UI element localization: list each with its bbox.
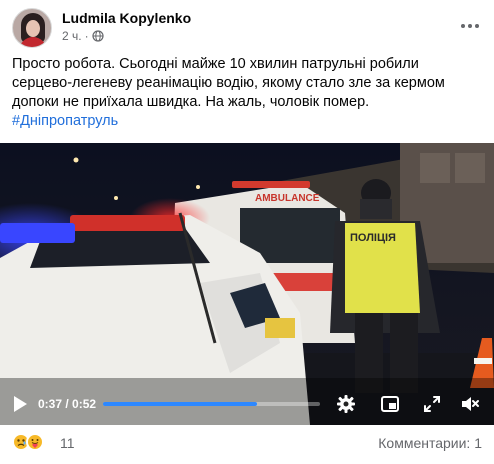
more-horizontal-icon[interactable] bbox=[458, 14, 482, 38]
meta-separator: · bbox=[84, 29, 89, 43]
post-text-line: серцево-легеневу реанімацію водію, якому… bbox=[12, 75, 445, 91]
progress-bar[interactable] bbox=[103, 402, 320, 406]
current-time: 0:37 bbox=[38, 397, 63, 411]
care-reaction-icon bbox=[26, 433, 44, 451]
ambulance-text: AMBULANCE bbox=[255, 193, 320, 204]
play-icon[interactable] bbox=[12, 395, 28, 413]
hashtag-link[interactable]: #Дніпропатруль bbox=[12, 112, 484, 131]
picture-in-picture-icon[interactable] bbox=[380, 394, 400, 414]
post-time[interactable]: 2 ч. bbox=[62, 29, 82, 43]
post-text-line: Просто робота. Сьогодні майже 10 хвилин … bbox=[12, 56, 419, 72]
author-name[interactable]: Ludmila Kopylenko bbox=[62, 10, 191, 26]
vest-text: ПОЛІЦІЯ bbox=[350, 232, 396, 244]
post-header: Ludmila Kopylenko 2 ч. · bbox=[12, 8, 482, 48]
settings-gear-icon[interactable] bbox=[336, 394, 356, 414]
fullscreen-icon[interactable] bbox=[422, 394, 442, 414]
video-frame: AMBULANCE ПОЛІЦІЯ bbox=[0, 143, 494, 425]
volume-muted-icon[interactable] bbox=[460, 394, 480, 414]
post-text-line: допоки не приїхала швидка. На жаль, чоло… bbox=[12, 94, 370, 110]
post-meta: 2 ч. · bbox=[62, 29, 104, 43]
video-time: 0:37 / 0:52 bbox=[38, 397, 96, 411]
comments-count[interactable]: Комментарии: 1 bbox=[378, 435, 482, 451]
progress-fill bbox=[103, 402, 258, 406]
post-text: Просто робота. Сьогодні майже 10 хвилин … bbox=[12, 55, 484, 131]
reaction-icons[interactable] bbox=[12, 433, 44, 451]
time-separator: / bbox=[62, 397, 73, 411]
post-footer: 11 Комментарии: 1 bbox=[12, 431, 482, 455]
video-controls: 0:37 / 0:52 bbox=[0, 384, 494, 424]
avatar[interactable] bbox=[12, 8, 52, 48]
globe-icon[interactable] bbox=[91, 30, 104, 42]
reaction-count[interactable]: 11 bbox=[60, 435, 75, 451]
duration: 0:52 bbox=[72, 397, 97, 411]
video-player[interactable]: AMBULANCE ПОЛІЦІЯ 0:37 / 0:52 bbox=[0, 143, 494, 425]
